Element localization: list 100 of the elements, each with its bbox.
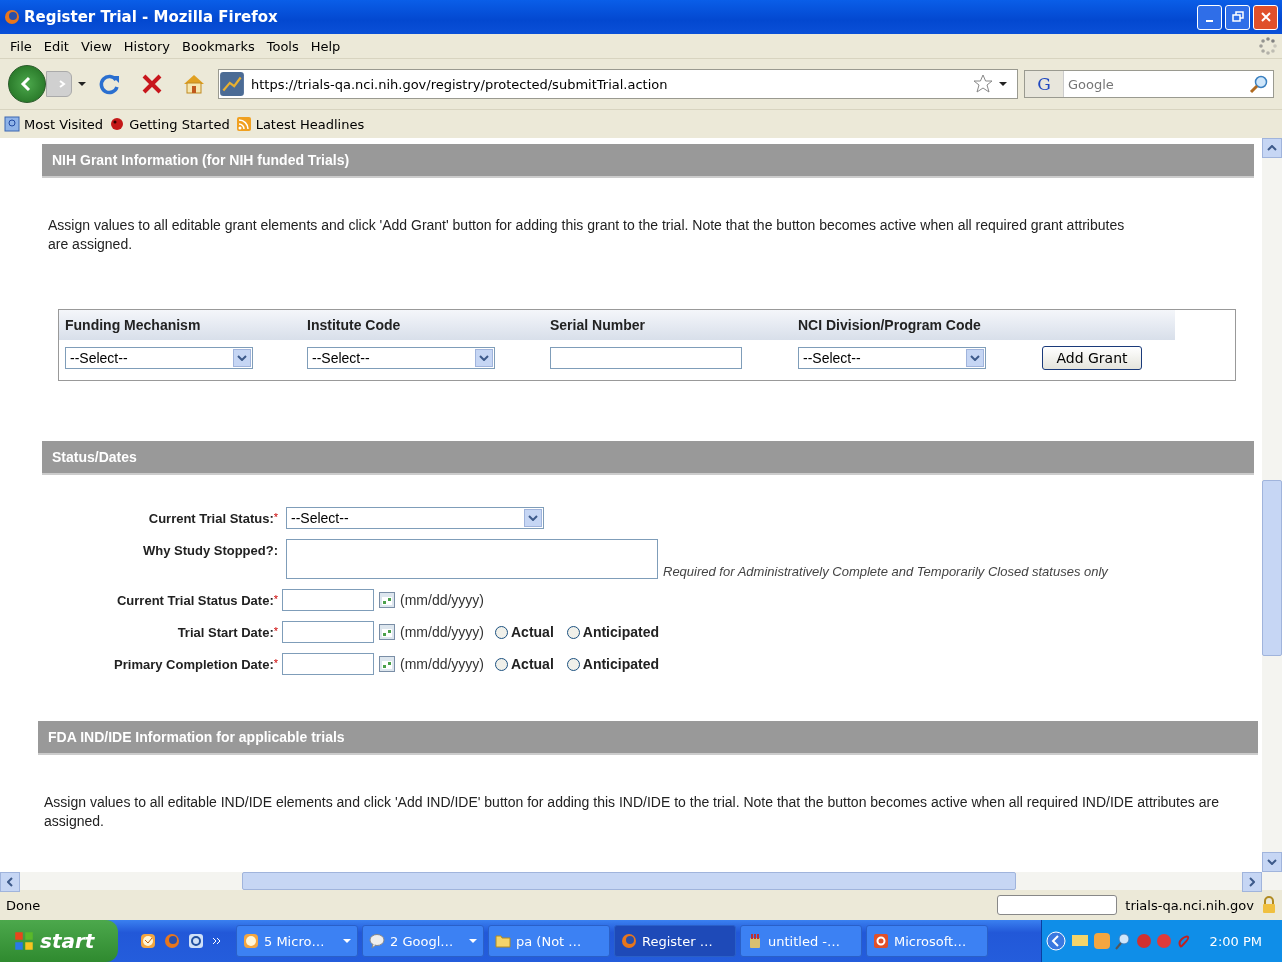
radio-option[interactable]: Anticipated [566,624,660,640]
serial-number-field[interactable] [550,347,742,369]
padlock-icon[interactable] [1262,896,1276,914]
menu-item[interactable]: Tools [260,38,305,54]
chevron-down-icon [528,515,538,521]
taskbar-button[interactable]: pa (Not … [488,925,610,957]
star-icon[interactable] [973,74,993,94]
bookmark-link[interactable]: Getting Started [109,116,230,132]
search-engine-button[interactable]: G [1025,71,1064,97]
folder-icon [495,933,511,949]
caret-icon[interactable] [78,82,86,86]
date-field[interactable] [282,589,374,611]
grant-instructions: Assign values to all editable grant elements and click 'Add Grant' button for adding this grant to the trial. Note that the button becomes active when all required grant attributes are assigned. [48,216,1126,254]
radio-option[interactable]: Actual [495,624,554,640]
radio-option[interactable]: Actual [495,656,554,672]
chevron-down-icon [970,355,980,361]
required-mark: * [273,592,278,605]
caret-icon [343,939,351,943]
minimize-icon [1206,20,1213,22]
scroll-thumb[interactable] [1262,480,1282,656]
section-header: FDA IND/IDE Information for applicable trials [38,721,1258,755]
site-domain: trials-qa.nci.nih.gov [1125,897,1254,913]
page-search-icon [4,116,20,132]
date-field[interactable] [282,653,374,675]
scroll-up-icon[interactable] [1267,145,1277,151]
section-header: Status/Dates [42,441,1254,475]
field-label: Trial Start Date: [177,624,274,640]
calendar-icon[interactable] [379,656,395,672]
radio-option[interactable]: Anticipated [566,656,660,672]
fox-icon[interactable] [164,933,180,949]
restore-button[interactable] [1225,4,1250,30]
caret-icon[interactable] [999,82,1007,86]
reload-icon[interactable] [98,72,122,96]
address-field[interactable]: https://trials-qa.nci.nih.gov/registry/protected/submitTrial.action [218,69,1018,99]
field-label: Current Trial Status Date: [116,592,274,608]
window-title: Register Trial - Mozilla Firefox [24,8,278,26]
column-header: NCI Division/Program Code [798,317,982,333]
scroll-right-icon[interactable] [1249,877,1255,887]
fox-icon [621,933,637,949]
throbber-icon [1258,36,1278,56]
column-header: Serial Number [550,317,646,333]
close-icon [1259,11,1272,23]
restore-icon [1231,11,1244,23]
stop-icon[interactable] [140,72,164,96]
field-label: Why Study Stopped?: [142,543,278,558]
bookmark-link[interactable]: Most Visited [4,116,104,132]
menu-item[interactable]: Bookmarks [176,38,261,54]
column-header: Funding Mechanism [65,317,202,333]
calendar-icon[interactable] [379,592,395,608]
horizontal-scrollbar[interactable] [0,872,1282,890]
field-label: Primary Completion Date: [114,656,274,672]
taskbar-button[interactable]: 5 Micro… [236,925,358,957]
taskbar-button[interactable]: untitled -… [740,925,862,957]
caret-icon [469,939,477,943]
rss-feed-icon [235,116,252,132]
chevron-icon[interactable] [212,937,222,945]
back-button[interactable] [8,65,46,103]
bookmark-link[interactable]: Latest Headlines [235,116,365,132]
select-dropdown[interactable]: --Select-- [307,347,495,369]
required-mark: * [273,510,278,523]
start-button[interactable]: start [0,920,118,962]
add-grant-button[interactable]: Add Grant [1042,346,1142,370]
status-text: Done [6,897,42,913]
column-header: Institute Code [307,317,402,333]
menu-item[interactable]: Help [304,38,347,54]
select-dropdown[interactable]: --Select-- [798,347,986,369]
taskbar-button[interactable]: Register … [614,925,736,957]
scroll-down-icon[interactable] [1267,859,1277,865]
speech-bubble-icon [369,933,385,949]
flag-icon [14,931,34,951]
search-box[interactable]: G Google [1024,70,1274,98]
menu-item[interactable]: Edit [37,38,75,54]
scroll-thumb[interactable] [242,872,1016,890]
vertical-scrollbar[interactable] [1262,138,1282,872]
text-area[interactable] [286,539,658,579]
select-dropdown[interactable]: --Select-- [65,347,253,369]
section-header: NIH Grant Information (for NIH funded Trials) [42,144,1254,178]
paint-cup-icon [747,933,763,949]
clock-text: 2:00 PM [1209,933,1262,949]
calendar-icon[interactable] [379,624,395,640]
taskbar-button[interactable]: 2 Googl… [362,925,484,957]
chevron-down-icon [237,355,247,361]
forward-button[interactable] [46,71,72,97]
select-dropdown[interactable]: --Select-- [286,507,544,529]
site-icon [219,71,245,97]
menu-item[interactable]: History [117,38,177,54]
taskbar-button[interactable]: Microsoft… [866,925,988,957]
minimize-button[interactable] [1197,4,1222,30]
date-format-hint: (mm/dd/yyyy) [400,592,484,608]
scroll-left-icon[interactable] [7,877,13,887]
home-icon[interactable] [182,72,206,96]
field-label: Current Trial Status: [148,510,274,526]
date-format-hint: (mm/dd/yyyy) [400,656,484,672]
search-icon[interactable] [1248,74,1270,94]
required-mark: * [273,656,278,669]
date-field[interactable] [282,621,374,643]
menu-item[interactable]: View [74,38,118,54]
menu-item[interactable]: File [4,38,38,54]
close-button[interactable] [1253,4,1278,30]
hint-text: Required for Administratively Complete and Temporarily Closed statuses only [663,564,1108,579]
